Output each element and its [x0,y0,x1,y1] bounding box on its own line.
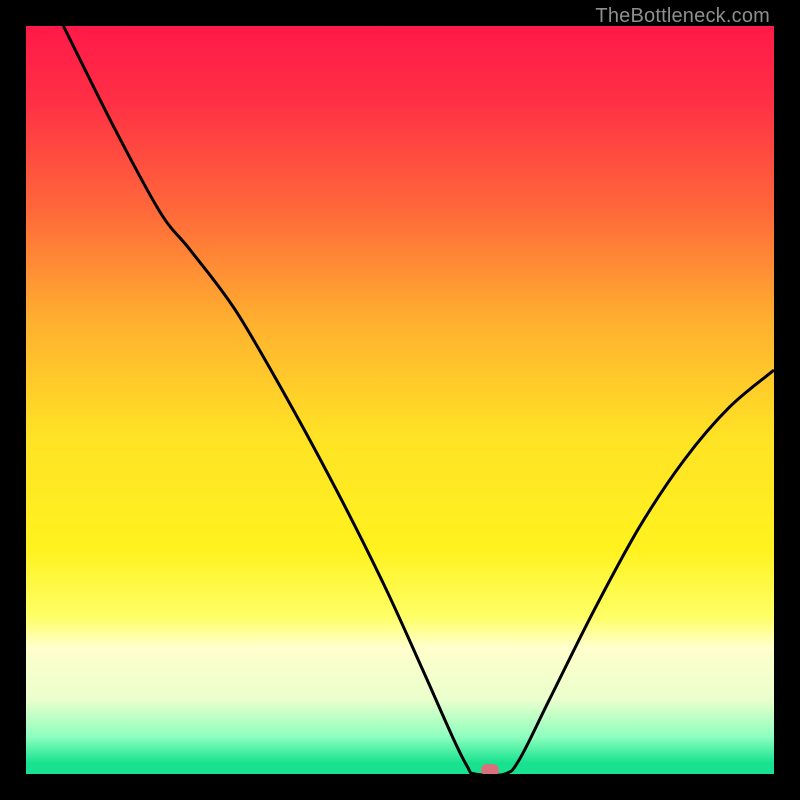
bottleneck-curve [26,26,774,774]
chart-container: TheBottleneck.com [0,0,800,800]
watermark-text: TheBottleneck.com [595,5,770,28]
optimal-marker [481,764,499,774]
plot-area [26,26,774,774]
